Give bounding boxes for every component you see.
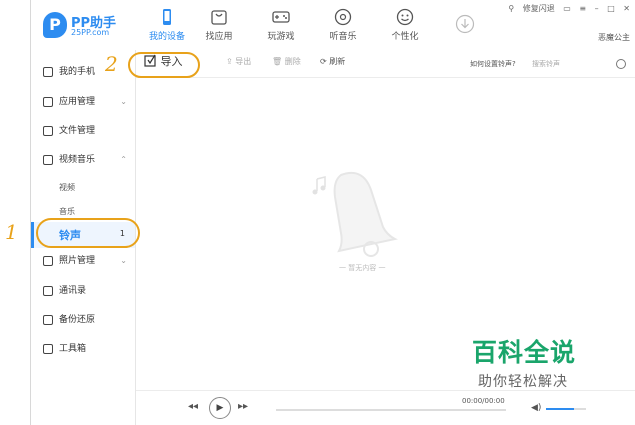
nav-games[interactable]: 玩游戏 [253,6,309,46]
progress-bar[interactable] [276,409,506,411]
sidebar-item-label: 我的手机 [59,67,96,77]
phone-icon [163,9,171,25]
watermark-title: 百科全说 [472,338,577,367]
play-button[interactable]: ▶ [209,397,231,419]
folder-icon [43,126,53,136]
repair-label: 修复闪退 [522,4,555,13]
smiley-icon [396,8,414,26]
export-button[interactable]: ⇪ 导出 [226,56,251,67]
sidebar-item-app-management[interactable]: 应用管理 ⌄ [31,90,135,114]
sidebar-item-label: 照片管理 [59,256,96,266]
watermark: 百科全说 助你轻松解决 [450,333,615,393]
sidebar-item-contacts[interactable]: 通讯录 [31,279,135,303]
window-tools: ⚲ 修复闪退 ▭ ≡ – □ ✕ [502,3,630,17]
annotation-ring-ringtone [36,218,140,248]
maximize-icon[interactable]: □ [607,4,615,13]
close-icon[interactable]: ✕ [623,4,630,13]
export-label: 导出 [235,57,252,66]
nav-personalize[interactable]: 个性化 [377,6,433,46]
logo-mark-icon: P [43,12,67,38]
delete-label: 删除 [284,57,301,66]
player-bar: ◂◂ ▶ ▸▸ 00:00/00:00 ◀) [136,390,635,425]
chevron-down-icon: ⌄ [120,97,127,106]
nav-find-apps[interactable]: 找应用 [191,6,247,46]
sidebar-item-photo-management[interactable]: 照片管理 ⌄ [31,249,135,273]
gamepad-icon [272,11,290,23]
sidebar-item-toolbox[interactable]: 工具箱 [31,337,135,361]
music-disc-icon [334,8,352,26]
help-ringtone-link[interactable]: 如何设置铃声? [470,59,516,69]
sidebar-item-label: 文件管理 [59,126,96,136]
toolbox-icon [43,344,53,354]
download-icon[interactable] [455,14,475,38]
bag-icon [211,10,227,25]
nav-label: 玩游戏 [267,32,295,42]
chevron-down-icon: ⌄ [120,256,127,265]
refresh-button[interactable]: ⟳ 刷新 [320,56,345,67]
sidebar-item-label: 视频音乐 [59,155,96,165]
chevron-up-icon: ⌃ [120,155,127,164]
contacts-icon [43,286,53,296]
empty-state-text: 一 暂无内容 一 [339,264,386,272]
sidebar-item-label: 应用管理 [59,97,96,107]
repair-crash-button[interactable]: ⚲ 修复闪退 [508,4,554,13]
sidebar-item-video-music[interactable]: 视频音乐 ⌃ [31,148,135,172]
nav-label: 个性化 [391,32,419,42]
backup-icon [43,315,53,325]
sidebar-item-my-phone[interactable]: 我的手机 [31,60,135,84]
sidebar-item-label: 备份还原 [59,315,96,325]
volume-level [546,408,574,410]
app-logo: P PP助手 25PP.com [43,10,133,42]
video-icon [43,155,53,165]
delete-button[interactable]: 🗑 删除 [272,56,301,67]
annotation-number: 2 [105,52,118,76]
annotation-number: 1 [5,220,18,244]
user-name[interactable]: 恶魔公主 [598,32,630,43]
search-box[interactable]: 搜索铃声 [528,55,632,73]
bell-icon [312,171,398,257]
search-icon[interactable] [616,59,626,69]
sidebar-subitem-music[interactable]: 音乐 [59,206,75,217]
apps-icon [43,97,53,107]
nav-my-device[interactable]: 我的设备 [139,6,195,46]
sidebar-item-label: 通讯录 [59,286,87,296]
previous-icon[interactable]: ◂◂ [188,401,198,412]
photo-icon [43,256,53,266]
playback-time: 00:00/00:00 [462,397,505,405]
sidebar-item-file-management[interactable]: 文件管理 [31,119,135,143]
volume-slider[interactable] [546,408,586,410]
next-icon[interactable]: ▸▸ [238,401,248,412]
refresh-label: 刷新 [329,57,346,66]
minimize-icon[interactable]: – [595,4,599,13]
sidebar-item-backup-restore[interactable]: 备份还原 [31,308,135,332]
menu-icon[interactable]: ≡ [579,4,586,13]
nav-label: 找应用 [205,32,233,42]
watermark-subtitle: 助你轻松解决 [478,374,568,390]
nav-label: 我的设备 [148,32,185,42]
phone-icon [43,67,53,77]
active-indicator [31,222,34,248]
nav-label: 听音乐 [329,32,357,42]
top-header: P PP助手 25PP.com 我的设备 找应用 玩游戏 听音乐 个性化 ⚲ 修… [31,0,635,50]
nav-music[interactable]: 听音乐 [315,6,371,46]
sidebar-subitem-video[interactable]: 视频 [59,182,75,193]
volume-icon[interactable]: ◀) [531,403,541,413]
toolbar: 导入 ⇪ 导出 🗑 删除 ⟳ 刷新 如何设置铃声? 搜索铃声 [136,50,635,78]
feedback-icon[interactable]: ▭ [563,4,571,13]
annotation-ring-import [128,52,200,78]
logo-url: 25PP.com [71,28,110,37]
sidebar-item-label: 工具箱 [59,344,87,354]
